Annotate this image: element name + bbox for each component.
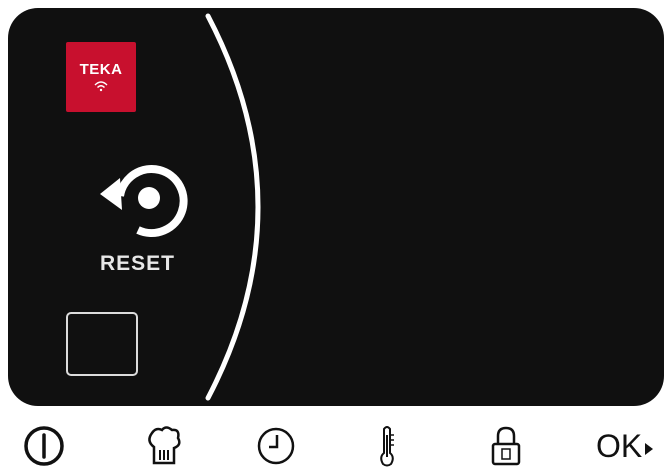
- arrow-right-icon: [645, 443, 654, 455]
- clock-icon: [257, 427, 295, 465]
- wifi-icon: [94, 81, 108, 92]
- lock-icon: [491, 426, 521, 466]
- reset-icon[interactable]: [92, 150, 202, 250]
- ok-button[interactable]: OK: [596, 420, 662, 472]
- chef-hat-icon: [148, 426, 181, 465]
- brand-logo: TEKA: [66, 42, 136, 112]
- oven-display: TEKA RESET: [8, 8, 664, 406]
- reset-label: RESET: [100, 252, 176, 275]
- thermometer-icon: [380, 426, 394, 467]
- power-button[interactable]: [18, 420, 70, 472]
- temperature-button[interactable]: [372, 420, 402, 472]
- lock-button[interactable]: [486, 420, 526, 472]
- ok-label: OK: [596, 427, 643, 464]
- timer-button[interactable]: [253, 420, 299, 472]
- power-icon: [24, 426, 64, 466]
- control-bar: OK: [0, 410, 670, 474]
- selection-box[interactable]: [66, 312, 138, 376]
- chef-mode-button[interactable]: [141, 420, 187, 472]
- brand-name: TEKA: [79, 61, 123, 78]
